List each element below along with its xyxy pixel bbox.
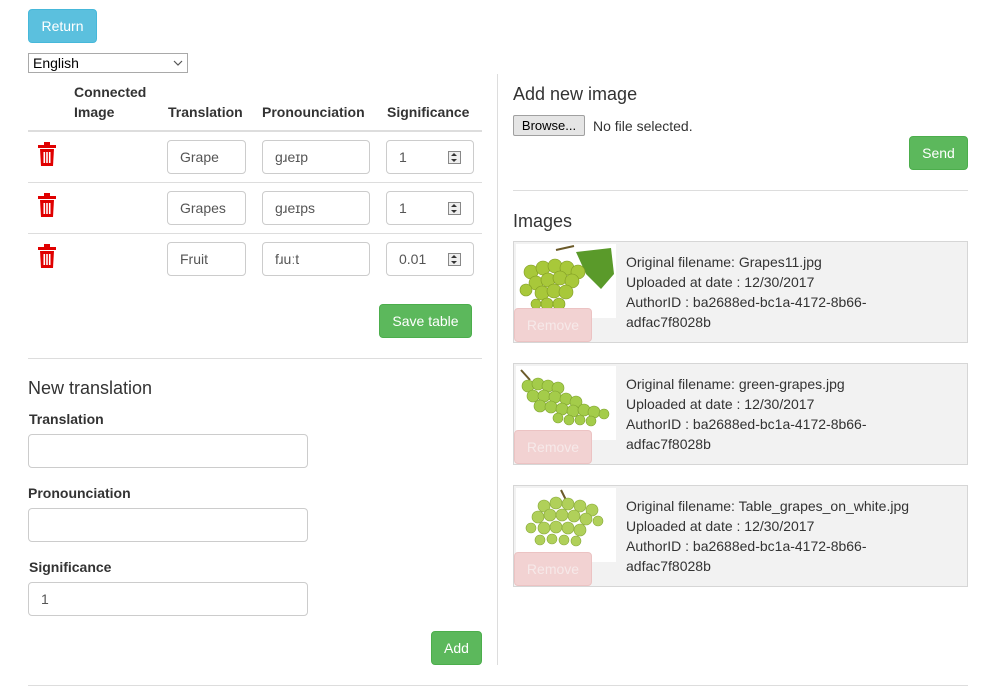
significance-value: 1 (399, 200, 407, 216)
translation-label: Translation (29, 411, 104, 427)
remove-image-button[interactable]: Remove (514, 308, 592, 342)
send-button[interactable]: Send (909, 136, 968, 170)
new-significance-input[interactable]: 1 (28, 582, 308, 616)
remove-image-button[interactable]: Remove (514, 430, 592, 464)
spinner-icon[interactable] (448, 253, 461, 266)
translation-input[interactable]: Fruit (167, 242, 246, 276)
grapes-image (516, 244, 616, 318)
significance-input[interactable]: 1 (386, 140, 474, 174)
remove-image-button[interactable]: Remove (514, 552, 592, 586)
column-divider (497, 74, 498, 665)
image-meta: Original filename: green-grapes.jpg Uplo… (626, 374, 956, 454)
trash-icon[interactable] (37, 193, 57, 217)
image-date: Uploaded at date : 12/30/2017 (626, 396, 815, 412)
spinner-icon[interactable] (448, 151, 461, 164)
image-author-cont: adfac7f8028b (626, 558, 711, 574)
return-button[interactable]: Return (28, 9, 97, 43)
header-significance: Significance (387, 104, 470, 120)
image-card: Original filename: green-grapes.jpg Uplo… (513, 363, 968, 465)
add-button[interactable]: Add (431, 631, 482, 665)
translation-input[interactable]: Grapes (167, 191, 246, 225)
table-header-divider (28, 130, 482, 132)
significance-label: Significance (29, 559, 112, 575)
row-divider (28, 233, 482, 234)
significance-value: 1 (399, 149, 407, 165)
significance-input[interactable]: 0.01 (386, 242, 474, 276)
image-filename: Original filename: green-grapes.jpg (626, 376, 845, 392)
section-divider (513, 190, 968, 191)
grapes-image (516, 488, 616, 562)
row-divider (28, 182, 482, 183)
footer-divider (28, 685, 968, 686)
chevron-down-icon (173, 60, 183, 66)
new-translation-input[interactable] (28, 434, 308, 468)
image-filename: Original filename: Table_grapes_on_white… (626, 498, 910, 514)
header-connected-image: Connected Image (74, 84, 147, 120)
header-translation: Translation (168, 104, 243, 120)
save-table-button[interactable]: Save table (379, 304, 472, 338)
image-author: AuthorID : ba2688ed-bc1a-4172-8b66- (626, 294, 867, 310)
grapes-image (516, 366, 616, 440)
spinner-icon[interactable] (448, 202, 461, 215)
new-translation-title: New translation (28, 378, 153, 398)
browse-button[interactable]: Browse... (513, 115, 585, 136)
pronounciation-input[interactable]: fɹuːt (262, 242, 370, 276)
image-filename: Original filename: Grapes11.jpg (626, 254, 822, 270)
new-pronounciation-input[interactable] (28, 508, 308, 542)
language-select-value: English (33, 55, 79, 71)
image-card: Original filename: Table_grapes_on_white… (513, 485, 968, 587)
image-date: Uploaded at date : 12/30/2017 (626, 274, 815, 290)
image-author-cont: adfac7f8028b (626, 314, 711, 330)
trash-icon[interactable] (37, 244, 57, 268)
pronounciation-input[interactable]: ɡɹeɪps (262, 191, 370, 225)
pronounciation-label: Pronounciation (28, 485, 131, 501)
image-date: Uploaded at date : 12/30/2017 (626, 518, 815, 534)
add-image-title: Add new image (513, 84, 638, 104)
language-select[interactable]: English (28, 53, 188, 73)
image-author: AuthorID : ba2688ed-bc1a-4172-8b66- (626, 416, 867, 432)
header-pronounciation: Pronounciation (262, 104, 365, 120)
image-author-cont: adfac7f8028b (626, 436, 711, 452)
image-card: Original filename: Grapes11.jpg Uploaded… (513, 241, 968, 343)
image-meta: Original filename: Table_grapes_on_white… (626, 496, 956, 576)
image-author: AuthorID : ba2688ed-bc1a-4172-8b66- (626, 538, 867, 554)
translation-input[interactable]: Grape (167, 140, 246, 174)
trash-icon[interactable] (37, 142, 57, 166)
significance-value: 0.01 (399, 251, 427, 267)
pronounciation-input[interactable]: ɡɹeɪp (262, 140, 370, 174)
file-status: No file selected. (593, 118, 693, 134)
section-divider (28, 358, 482, 359)
significance-input[interactable]: 1 (386, 191, 474, 225)
images-title: Images (513, 211, 573, 231)
image-meta: Original filename: Grapes11.jpg Uploaded… (626, 252, 956, 332)
